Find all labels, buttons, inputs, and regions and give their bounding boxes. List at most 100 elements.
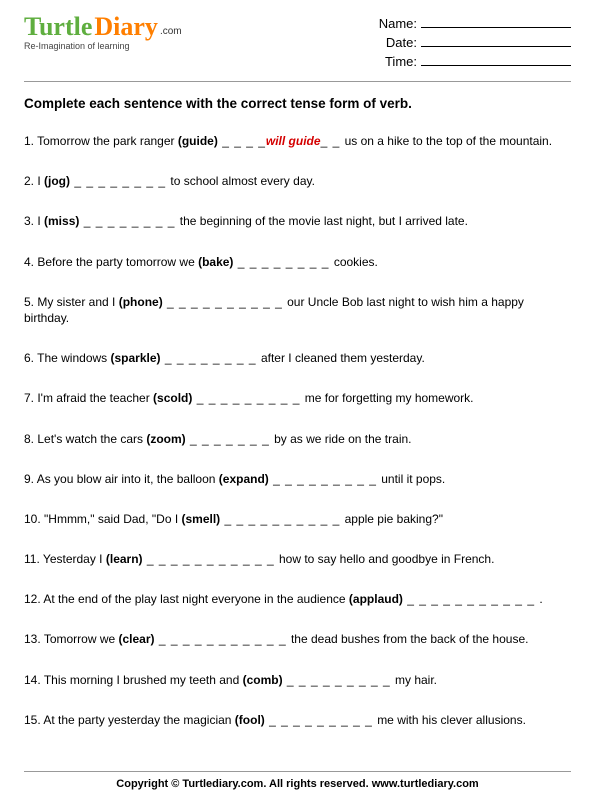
name-label: Name: <box>365 16 417 31</box>
answer-blank[interactable]: _ _ _ _ _ _ _ _ _ <box>265 713 377 727</box>
question-number: 6. <box>24 351 37 365</box>
question-row: 13. Tomorrow we (clear) _ _ _ _ _ _ _ _ … <box>24 631 571 647</box>
answer-blank[interactable]: _ _ _ _ _ _ _ <box>186 432 274 446</box>
logo-word-diary: Diary <box>94 14 158 40</box>
question-number: 15. <box>24 713 43 727</box>
answer-blank[interactable]: _ _ _ _ _ _ _ _ _ _ _ <box>143 552 279 566</box>
question-pre: Yesterday I <box>43 552 106 566</box>
question-post: how to say hello and goodbye in French. <box>279 552 494 566</box>
logo-dotcom: .com <box>160 26 182 37</box>
answer-blank[interactable]: _ _ _ _ <box>218 134 266 148</box>
question-pre: At the end of the play last night everyo… <box>43 592 349 606</box>
header-row: Turtle Diary .com Re-Imagination of lear… <box>24 14 571 71</box>
question-number: 3. <box>24 214 37 228</box>
name-field[interactable] <box>421 14 571 28</box>
question-pre: At the party yesterday the magician <box>43 713 234 727</box>
answer-blank[interactable]: _ _ _ _ _ _ _ _ _ _ _ <box>155 632 291 646</box>
question-pre: "Hmmm," said Dad, "Do I <box>44 512 181 526</box>
sample-answer: will guide <box>266 134 321 148</box>
question-number: 2. <box>24 174 37 188</box>
answer-blank[interactable]: _ _ _ _ _ _ _ _ <box>70 174 170 188</box>
footer-divider <box>24 771 571 772</box>
question-post: me for forgetting my homework. <box>305 391 474 405</box>
question-verb: (comb) <box>243 673 283 687</box>
answer-blank[interactable]: _ _ _ _ _ _ _ _ _ _ <box>220 512 344 526</box>
question-post: . <box>539 592 542 606</box>
question-row: 3. I (miss) _ _ _ _ _ _ _ _ the beginnin… <box>24 213 571 229</box>
logo-word-turtle: Turtle <box>24 14 92 40</box>
question-verb: (bake) <box>198 255 233 269</box>
instruction-text: Complete each sentence with the correct … <box>24 96 571 111</box>
question-row: 4. Before the party tomorrow we (bake) _… <box>24 254 571 270</box>
copyright-text: Copyright © Turtlediary.com. All rights … <box>116 778 478 790</box>
question-pre: I <box>37 214 44 228</box>
question-post: me with his clever allusions. <box>377 713 526 727</box>
question-number: 11. <box>24 552 43 566</box>
question-pre: Let's watch the cars <box>37 432 146 446</box>
question-pre: I <box>37 174 44 188</box>
question-verb: (learn) <box>106 552 143 566</box>
question-row: 8. Let's watch the cars (zoom) _ _ _ _ _… <box>24 431 571 447</box>
answer-blank[interactable]: _ _ _ _ _ _ _ _ _ _ _ <box>403 592 539 606</box>
question-pre: This morning I brushed my teeth and <box>44 673 243 687</box>
question-pre: My sister and I <box>37 295 118 309</box>
question-verb: (fool) <box>235 713 265 727</box>
question-verb: (scold) <box>153 391 192 405</box>
answer-blank[interactable]: _ _ <box>321 134 345 148</box>
question-verb: (applaud) <box>349 592 403 606</box>
question-pre: As you blow air into it, the balloon <box>37 472 219 486</box>
question-row: 9. As you blow air into it, the balloon … <box>24 471 571 487</box>
question-number: 10. <box>24 512 44 526</box>
footer: Copyright © Turtlediary.com. All rights … <box>0 771 595 790</box>
question-pre: Before the party tomorrow we <box>37 255 198 269</box>
question-post: after I cleaned them yesterday. <box>261 351 425 365</box>
question-post: us on a hike to the top of the mountain. <box>345 134 552 148</box>
logo-tagline: Re-Imagination of learning <box>24 41 182 51</box>
answer-blank[interactable]: _ _ _ _ _ _ _ _ _ <box>192 391 304 405</box>
question-row: 11. Yesterday I (learn) _ _ _ _ _ _ _ _ … <box>24 551 571 567</box>
question-verb: (jog) <box>44 174 70 188</box>
question-number: 5. <box>24 295 37 309</box>
question-number: 4. <box>24 255 37 269</box>
answer-blank[interactable]: _ _ _ _ _ _ _ _ _ _ <box>163 295 287 309</box>
logo: Turtle Diary .com Re-Imagination of lear… <box>24 14 182 51</box>
question-row: 12. At the end of the play last night ev… <box>24 591 571 607</box>
date-field[interactable] <box>421 33 571 47</box>
question-post: cookies. <box>334 255 378 269</box>
answer-blank[interactable]: _ _ _ _ _ _ _ _ <box>161 351 261 365</box>
question-post: the beginning of the movie last night, b… <box>180 214 468 228</box>
question-number: 12. <box>24 592 43 606</box>
question-pre: I'm afraid the teacher <box>37 391 153 405</box>
question-list: 1. Tomorrow the park ranger (guide) _ _ … <box>24 133 571 728</box>
question-verb: (clear) <box>119 632 155 646</box>
question-verb: (guide) <box>178 134 218 148</box>
question-row: 1. Tomorrow the park ranger (guide) _ _ … <box>24 133 571 149</box>
answer-blank[interactable]: _ _ _ _ _ _ _ _ <box>79 214 179 228</box>
question-row: 7. I'm afraid the teacher (scold) _ _ _ … <box>24 390 571 406</box>
time-label: Time: <box>365 54 417 69</box>
answer-blank[interactable]: _ _ _ _ _ _ _ _ _ <box>269 472 381 486</box>
question-number: 1. <box>24 134 37 148</box>
answer-blank[interactable]: _ _ _ _ _ _ _ _ <box>233 255 333 269</box>
student-info: Name: Date: Time: <box>365 14 571 71</box>
question-pre: Tomorrow the park ranger <box>37 134 178 148</box>
question-post: until it pops. <box>381 472 445 486</box>
question-post: to school almost every day. <box>170 174 315 188</box>
question-row: 10. "Hmmm," said Dad, "Do I (smell) _ _ … <box>24 511 571 527</box>
question-number: 8. <box>24 432 37 446</box>
question-number: 13. <box>24 632 44 646</box>
question-row: 14. This morning I brushed my teeth and … <box>24 672 571 688</box>
time-field[interactable] <box>421 52 571 66</box>
date-label: Date: <box>365 35 417 50</box>
answer-blank[interactable]: _ _ _ _ _ _ _ _ _ <box>283 673 395 687</box>
question-number: 14. <box>24 673 44 687</box>
question-verb: (phone) <box>119 295 163 309</box>
question-post: the dead bushes from the back of the hou… <box>291 632 529 646</box>
question-pre: Tomorrow we <box>44 632 119 646</box>
question-verb: (expand) <box>219 472 269 486</box>
question-post: my hair. <box>395 673 437 687</box>
question-row: 6. The windows (sparkle) _ _ _ _ _ _ _ _… <box>24 350 571 366</box>
question-number: 7. <box>24 391 37 405</box>
question-row: 5. My sister and I (phone) _ _ _ _ _ _ _… <box>24 294 571 326</box>
question-verb: (smell) <box>182 512 221 526</box>
